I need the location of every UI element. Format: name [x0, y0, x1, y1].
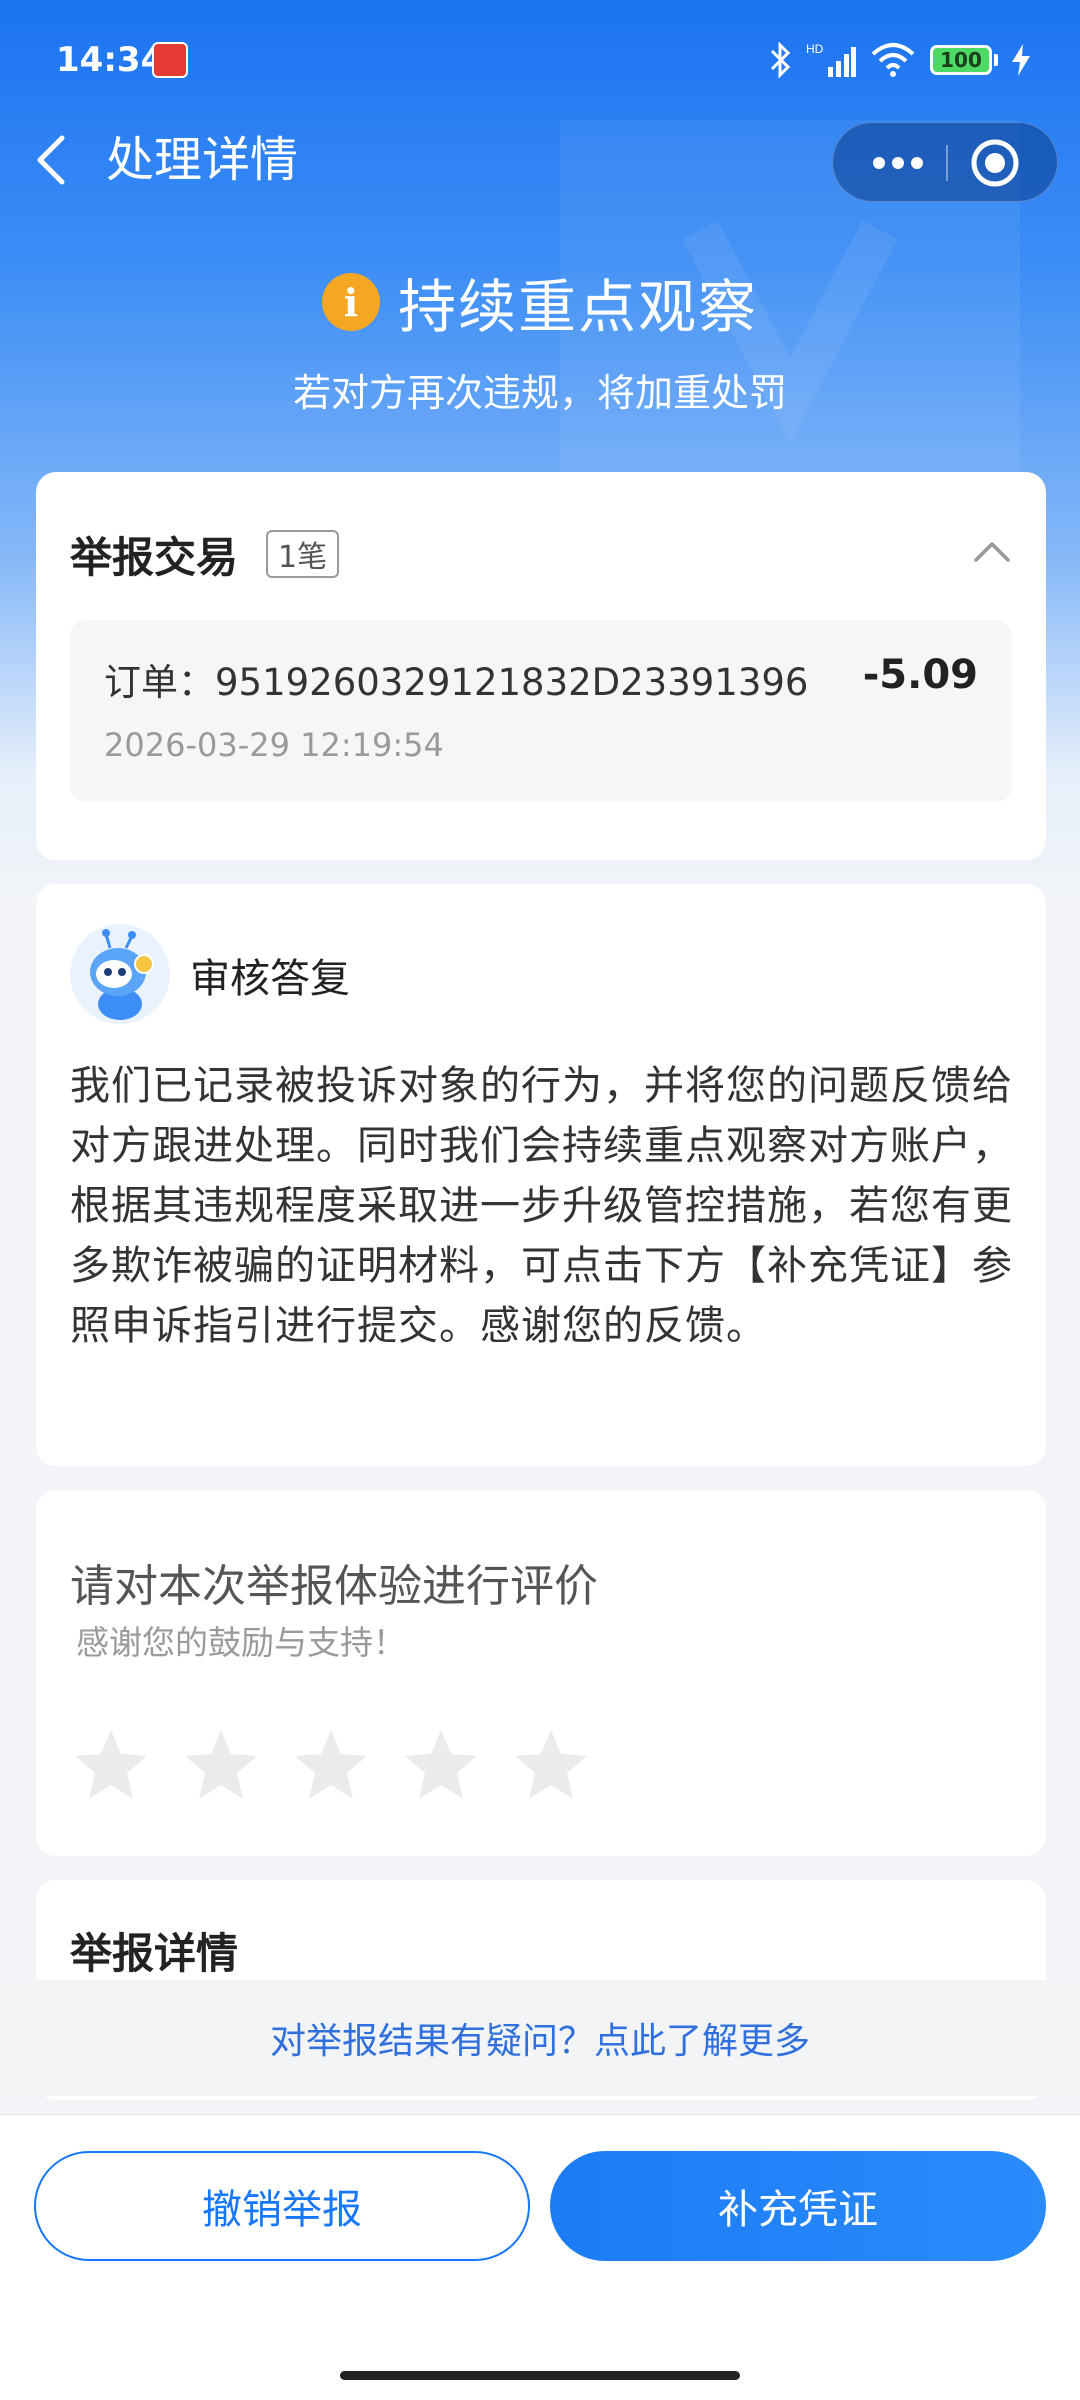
svg-text:HD: HD — [806, 42, 824, 56]
bluetooth-icon — [770, 41, 791, 79]
rating-card: 请对本次举报体验进行评价 感谢您的鼓励与支持！ — [36, 1490, 1046, 1856]
app-notification-icon — [152, 42, 188, 78]
star-icon[interactable] — [182, 1726, 260, 1804]
charging-icon — [1012, 44, 1030, 76]
signal-icon: HD — [806, 42, 856, 77]
star-icon[interactable] — [402, 1726, 480, 1804]
robot-mascot-icon — [90, 929, 154, 1020]
supplement-evidence-button[interactable]: 补充凭证 — [550, 2151, 1046, 2261]
status-bar: 14:34 HD 100 — [0, 0, 1080, 120]
order-time: 2026-03-29 12:19:54 — [104, 726, 444, 764]
star-icon[interactable] — [292, 1726, 370, 1804]
reply-text: 我们已记录被投诉对象的行为，并将您的问题反馈给对方跟进处理。同时我们会持续重点观… — [70, 1063, 1013, 1349]
mini-program-capsule — [832, 122, 1058, 202]
trade-count-badge: 1笔 — [266, 530, 340, 578]
rating-subtitle: 感谢您的鼓励与支持！ — [76, 1623, 406, 1662]
status-time: 14:34 — [56, 40, 165, 80]
result-heading: i 持续重点观察 — [0, 262, 1080, 342]
star-icon[interactable] — [512, 1726, 590, 1804]
result-question-link[interactable]: 对举报结果有疑问？点此了解更多 — [0, 1980, 1080, 2096]
result-subtitle: 若对方再次违规，将加重处罚 — [292, 371, 787, 415]
section-title-trade: 举报交易 — [70, 533, 239, 582]
more-icon[interactable] — [853, 123, 943, 203]
page-title: 处理详情 — [106, 132, 299, 188]
close-icon[interactable] — [967, 135, 1023, 191]
home-indicator[interactable] — [340, 2371, 740, 2380]
order-amount: -5.09 — [862, 652, 978, 698]
rating-title: 请对本次举报体验进行评价 — [70, 1561, 598, 1612]
battery-cap — [994, 54, 998, 66]
battery-icon: 100 — [930, 45, 992, 75]
order-number: 订单：9519260329121832D23391396 — [104, 661, 809, 704]
review-reply-card: 审核答复 我们已记录被投诉对象的行为，并将您的问题反馈给对方跟进处理。同时我们会… — [36, 884, 1046, 1466]
section-title-detail: 举报详情 — [70, 1929, 239, 1978]
info-icon: i — [321, 273, 380, 331]
chevron-up-icon[interactable] — [972, 532, 1012, 572]
reply-title: 审核答复 — [190, 956, 350, 1002]
bottom-action-bar: 撤销举报 补充凭证 — [0, 2114, 1080, 2400]
cancel-report-button[interactable]: 撤销举报 — [34, 2151, 530, 2261]
status-icons: HD 100 — [768, 38, 1030, 82]
star-icon[interactable] — [72, 1726, 150, 1804]
result-title: 持续重点观察 — [397, 273, 758, 341]
robot-avatar — [70, 924, 170, 1024]
wifi-icon — [871, 43, 915, 77]
capsule-divider — [946, 145, 948, 181]
back-icon[interactable] — [30, 128, 74, 192]
reported-trade-card: 举报交易 1笔 订单：9519260329121832D23391396 -5.… — [36, 472, 1046, 860]
star-rating — [72, 1726, 590, 1804]
order-item[interactable]: 订单：9519260329121832D23391396 -5.09 2026-… — [70, 620, 1012, 802]
